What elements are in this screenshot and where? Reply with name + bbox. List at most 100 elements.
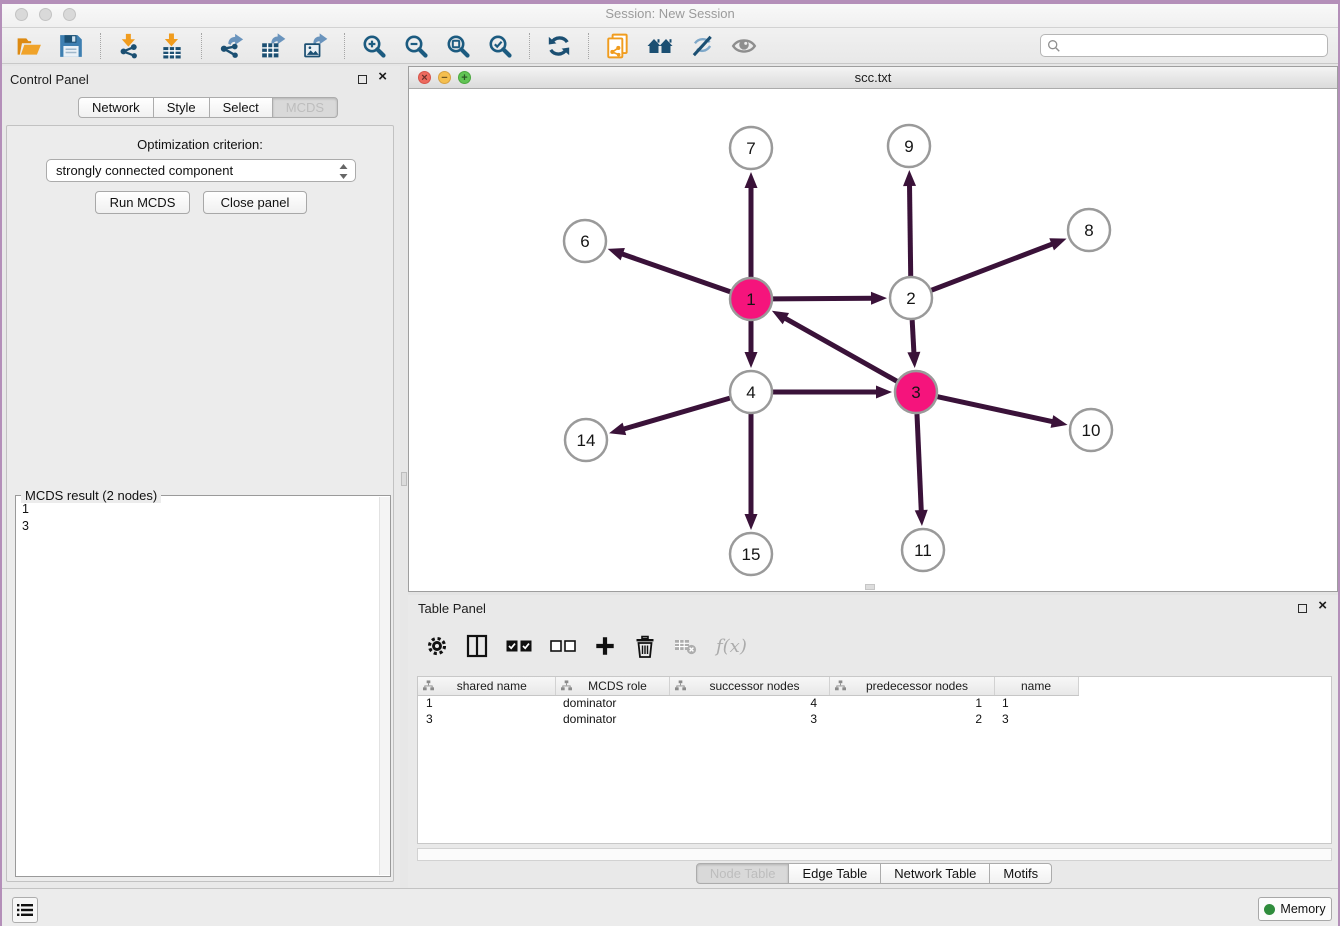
table-cell[interactable]: 3 (669, 711, 829, 727)
column-header-name[interactable]: name (994, 677, 1078, 695)
import-table-button[interactable] (157, 31, 187, 61)
delete-column-button[interactable] (634, 633, 656, 659)
tab-select[interactable]: Select (209, 97, 273, 118)
table-row[interactable]: 3dominator323 (418, 711, 1078, 727)
table-tab-node-table[interactable]: Node Table (696, 863, 790, 884)
first-neighbors-button[interactable] (645, 31, 675, 61)
table-cell[interactable]: 3 (994, 711, 1078, 727)
delete-table-button[interactable] (674, 633, 698, 659)
deselect-all-button[interactable] (550, 633, 576, 659)
graph-node-6[interactable]: 6 (564, 220, 606, 262)
column-header-predecessor-nodes[interactable]: predecessor nodes (829, 677, 994, 695)
graph-node-3[interactable]: 3 (895, 371, 937, 413)
table-cell[interactable]: 3 (418, 711, 555, 727)
search-field[interactable] (1040, 34, 1328, 57)
graph-edge-4-15[interactable] (745, 414, 758, 530)
network-graph[interactable]: 7 9 6 8 1 2 4 3 14 10 15 11 (409, 90, 1337, 592)
graph-node-14[interactable]: 14 (565, 419, 607, 461)
table-cell[interactable]: 1 (994, 695, 1078, 711)
graph-node-8[interactable]: 8 (1068, 209, 1110, 251)
select-all-button[interactable] (506, 633, 532, 659)
mcds-result-text[interactable]: 1 3 (16, 498, 378, 876)
graph-edge-2-8[interactable] (932, 238, 1067, 290)
network-window-titlebar[interactable]: × − + scc.txt (409, 67, 1337, 89)
close-table-panel-icon[interactable]: × (1318, 597, 1327, 614)
toggle-panel-button[interactable] (466, 633, 488, 659)
graph-node-1[interactable]: 1 (730, 278, 772, 320)
export-image-button[interactable] (300, 31, 330, 61)
memory-status-icon (1264, 904, 1275, 915)
clone-network-button[interactable] (603, 31, 633, 61)
graph-node-7[interactable]: 7 (730, 127, 772, 169)
table-cell[interactable]: 2 (829, 711, 994, 727)
delete-table-icon (674, 637, 698, 655)
table-cell[interactable]: 4 (669, 695, 829, 711)
tab-style[interactable]: Style (153, 97, 210, 118)
graph-node-15[interactable]: 15 (730, 533, 772, 575)
search-input[interactable] (1061, 36, 1327, 55)
hide-graphics-details-button[interactable] (687, 31, 717, 61)
graph-edge-2-3[interactable] (907, 320, 920, 368)
function-builder-button[interactable]: f(x) (716, 633, 747, 659)
graph-edge-3-10[interactable] (937, 397, 1067, 428)
float-table-panel-icon[interactable] (1298, 604, 1307, 613)
import-network-button[interactable] (115, 31, 145, 61)
graph-edge-1-6[interactable] (608, 248, 731, 292)
graph-edge-4-3[interactable] (773, 386, 892, 399)
column-header-shared-name[interactable]: shared name (418, 677, 555, 695)
table-tab-motifs[interactable]: Motifs (989, 863, 1052, 884)
refresh-button[interactable] (544, 31, 574, 61)
vertical-splitter[interactable] (400, 66, 408, 888)
table-tabs: Node TableEdge TableNetwork TableMotifs (408, 863, 1340, 885)
run-mcds-button[interactable]: Run MCDS (95, 191, 190, 214)
task-history-button[interactable] (12, 897, 38, 923)
canvas-resize-handle[interactable] (865, 584, 875, 590)
graph-edge-1-7[interactable] (745, 172, 758, 277)
zoom-selected-button[interactable] (485, 31, 515, 61)
zoom-in-button[interactable] (359, 31, 389, 61)
column-type-icon (675, 680, 686, 691)
splitter-handle[interactable] (401, 472, 407, 486)
graph-node-2[interactable]: 2 (890, 277, 932, 319)
table-row[interactable]: 1dominator411 (418, 695, 1078, 711)
column-header-mcds-role[interactable]: MCDS role (555, 677, 669, 695)
svg-text:4: 4 (746, 383, 755, 402)
tab-mcds[interactable]: MCDS (272, 97, 338, 118)
table-cell[interactable]: dominator (555, 711, 669, 727)
export-table-button[interactable] (258, 31, 288, 61)
add-column-button[interactable] (594, 633, 616, 659)
zoom-fit-button[interactable] (443, 31, 473, 61)
graph-node-11[interactable]: 11 (902, 529, 944, 571)
graph-edge-2-9[interactable] (903, 170, 916, 276)
result-scrollbar[interactable] (379, 497, 390, 875)
network-canvas[interactable]: 7 9 6 8 1 2 4 3 14 10 15 11 (409, 90, 1337, 591)
svg-text:14: 14 (577, 431, 596, 450)
graph-edge-1-2[interactable] (773, 292, 887, 305)
optimization-criterion-select[interactable]: strongly connected component (46, 159, 356, 182)
memory-button[interactable]: Memory (1258, 897, 1332, 921)
close-panel-button[interactable]: Close panel (203, 191, 307, 214)
table-tab-network-table[interactable]: Network Table (880, 863, 990, 884)
column-header-successor-nodes[interactable]: successor nodes (669, 677, 829, 695)
close-panel-icon[interactable]: × (378, 68, 387, 85)
table-cell[interactable]: dominator (555, 695, 669, 711)
birds-eye-view-button[interactable] (729, 31, 759, 61)
graph-edge-1-4[interactable] (745, 321, 758, 368)
table-hscrollbar[interactable] (417, 848, 1332, 861)
open-session-button[interactable] (14, 31, 44, 61)
graph-node-4[interactable]: 4 (730, 371, 772, 413)
graph-node-9[interactable]: 9 (888, 125, 930, 167)
graph-edge-3-11[interactable] (915, 414, 928, 526)
table-cell[interactable]: 1 (829, 695, 994, 711)
graph-edge-3-1[interactable] (772, 311, 897, 381)
export-network-button[interactable] (216, 31, 246, 61)
tab-network[interactable]: Network (78, 97, 154, 118)
zoom-out-button[interactable] (401, 31, 431, 61)
table-tab-edge-table[interactable]: Edge Table (788, 863, 881, 884)
graph-node-10[interactable]: 10 (1070, 409, 1112, 451)
graph-edge-4-14[interactable] (609, 398, 730, 435)
table-options-button[interactable] (426, 633, 448, 659)
float-panel-icon[interactable] (358, 75, 367, 84)
save-session-button[interactable] (56, 31, 86, 61)
table-cell[interactable]: 1 (418, 695, 555, 711)
